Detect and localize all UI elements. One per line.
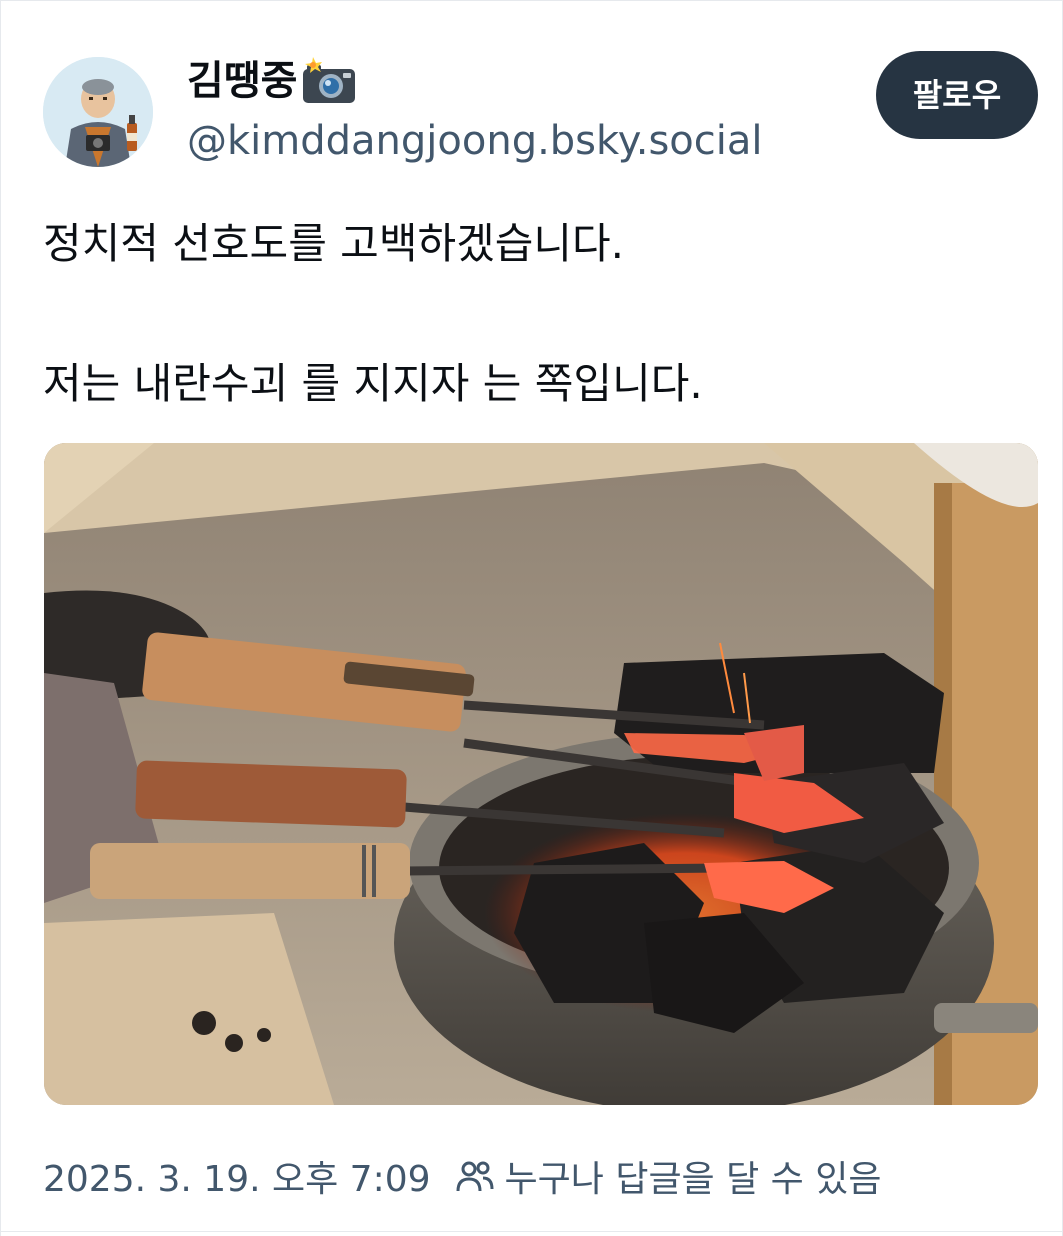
monk-avatar-icon	[43, 57, 153, 167]
post-card: 김땡중 @kimddangjoong.bsky.social 팔로우 정치적 선…	[0, 0, 1063, 1236]
post-text-line-2: 저는 내란수괴 를 지지자 는 쪽입니다.	[43, 359, 703, 408]
camera-with-flash-icon	[301, 57, 357, 105]
post-text-line-1: 정치적 선호도를 고백하겠습니다.	[43, 219, 625, 268]
avatar[interactable]	[43, 57, 153, 167]
user-handle[interactable]: @kimddangjoong.bsky.social	[187, 115, 763, 167]
soldering-irons-photo	[44, 443, 1038, 1105]
post-timestamp[interactable]: 2025. 3. 19. 오후 7:09	[43, 1150, 431, 1202]
post-meta: 2025. 3. 19. 오후 7:09 누구나 답글을 달 수 있음	[43, 1151, 882, 1201]
divider	[1, 1231, 1063, 1232]
post-image[interactable]	[44, 443, 1038, 1105]
reply-setting-label: 누구나 답글을 달 수 있음	[504, 1159, 882, 1200]
display-name[interactable]: 김땡중	[187, 55, 357, 107]
display-name-text: 김땡중	[187, 58, 298, 104]
follow-button[interactable]: 팔로우	[876, 51, 1038, 139]
people-icon	[455, 1159, 495, 1193]
